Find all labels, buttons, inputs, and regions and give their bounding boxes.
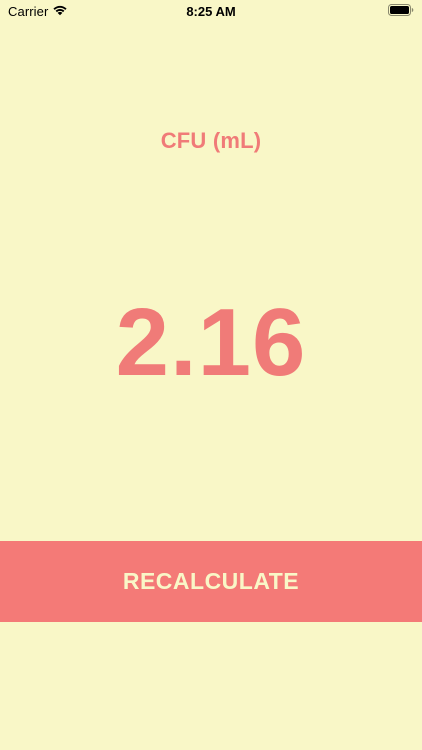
status-time: 8:25 AM [186,4,236,19]
unit-label: CFU (mL) [160,128,262,153]
status-bar: Carrier 8:25 AM [0,0,422,24]
result-value: 2.16 [115,289,307,396]
battery-icon [388,4,414,16]
recalculate-button[interactable]: RECALCULATE [0,541,422,622]
